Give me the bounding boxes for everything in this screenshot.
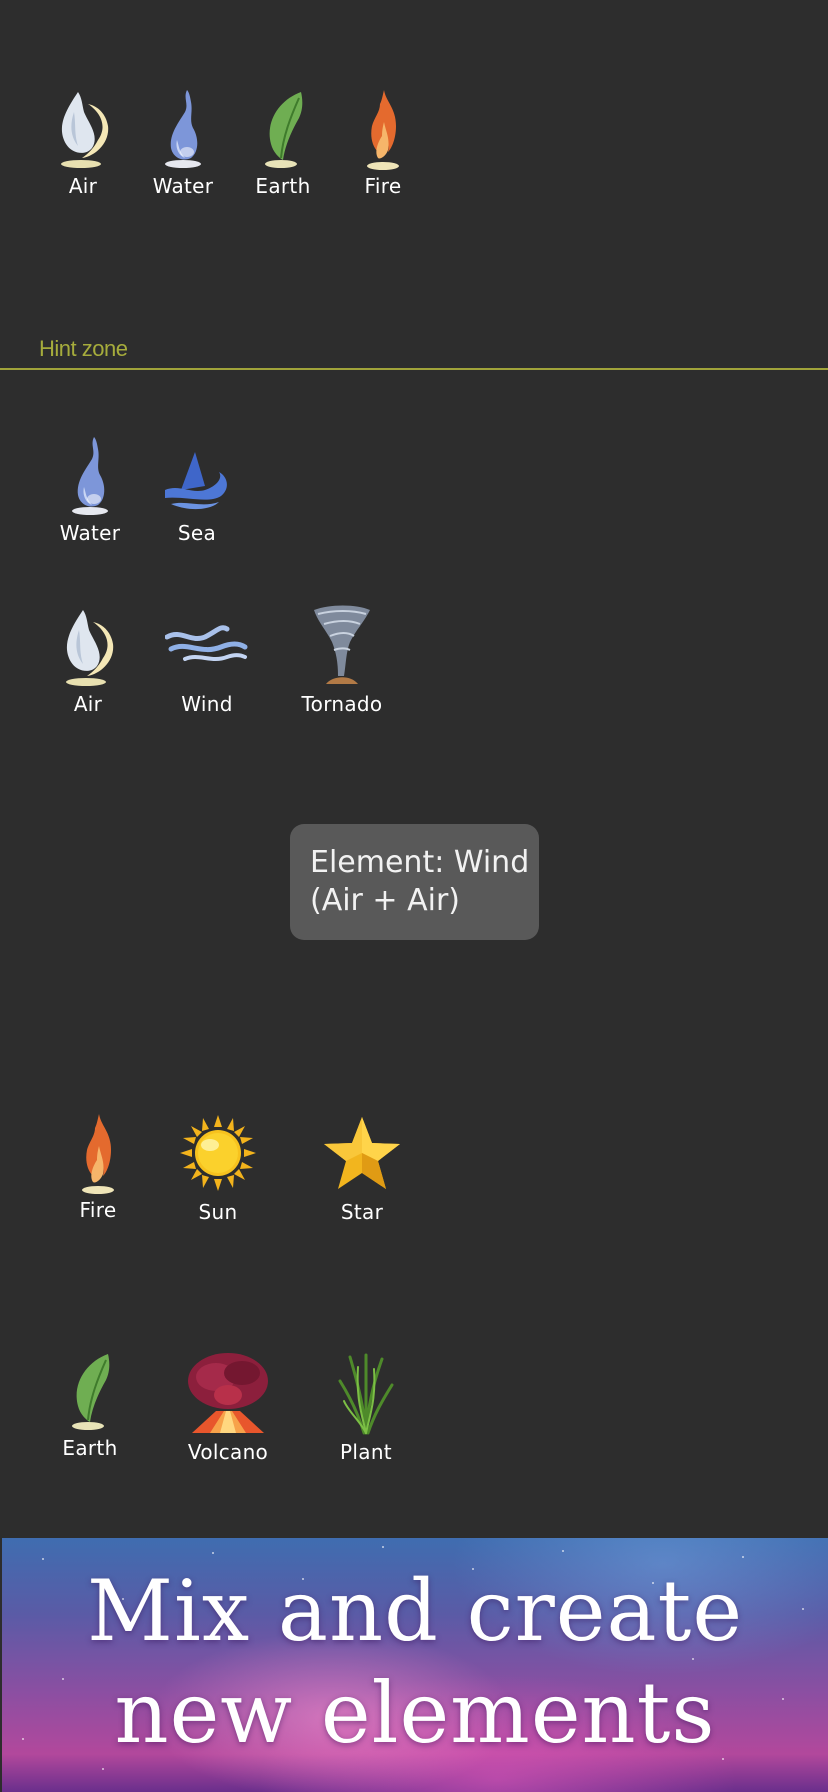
element-label: Plant [340, 1440, 392, 1464]
element-star[interactable]: Star [302, 1108, 422, 1224]
element-water[interactable]: Water [30, 429, 150, 545]
element-label: Earth [255, 174, 311, 198]
tooltip-element-recipe: (Air + Air) [310, 883, 460, 918]
promo-headline-line2: new elements [114, 1664, 716, 1762]
tooltip-element-name: Element: Wind [310, 845, 530, 880]
element-label: Water [152, 174, 214, 198]
element-sea[interactable]: Sea [137, 429, 257, 545]
fire-icon [53, 1106, 143, 1196]
element-earth[interactable]: Earth [30, 1344, 150, 1460]
element-info-tooltip: Element: Wind (Air + Air) [290, 824, 539, 940]
element-label: Fire [364, 174, 402, 198]
element-label: Wind [181, 692, 233, 716]
element-sun[interactable]: Sun [158, 1108, 278, 1224]
element-label: Earth [62, 1436, 118, 1460]
sun-icon [173, 1108, 263, 1198]
element-fire[interactable]: Fire [38, 1106, 158, 1222]
element-label: Tornado [301, 692, 383, 716]
element-air[interactable]: Air [28, 600, 148, 716]
earth-icon [238, 82, 328, 172]
plant-icon [321, 1348, 411, 1438]
element-label: Water [59, 521, 121, 545]
air-icon [38, 82, 128, 172]
promo-banner: Mix and create new elements [2, 1538, 828, 1792]
element-wind[interactable]: Wind [147, 600, 267, 716]
element-label: Star [340, 1200, 384, 1224]
element-label: Fire [79, 1198, 117, 1222]
volcano-icon [183, 1348, 273, 1438]
water-icon [138, 82, 228, 172]
fire-icon [338, 82, 428, 172]
tornado-icon [297, 600, 387, 690]
element-label: Air [68, 174, 98, 198]
element-label: Sun [198, 1200, 238, 1224]
promo-headline: Mix and create new elements [2, 1560, 828, 1764]
water-icon [45, 429, 135, 519]
element-volcano[interactable]: Volcano [168, 1348, 288, 1464]
hint-zone-label: Hint zone [39, 336, 128, 361]
earth-icon [45, 1344, 135, 1434]
sea-icon [152, 429, 242, 519]
element-fire[interactable]: Fire [323, 82, 443, 198]
element-label: Air [73, 692, 103, 716]
promo-headline-line1: Mix and create [86, 1562, 744, 1660]
element-tornado[interactable]: Tornado [282, 600, 402, 716]
air-icon [43, 600, 133, 690]
element-label: Volcano [187, 1440, 269, 1464]
star-icon [317, 1108, 407, 1198]
hint-zone-divider [0, 368, 828, 370]
wind-icon [162, 600, 252, 690]
element-plant[interactable]: Plant [306, 1348, 426, 1464]
element-label: Sea [177, 521, 217, 545]
